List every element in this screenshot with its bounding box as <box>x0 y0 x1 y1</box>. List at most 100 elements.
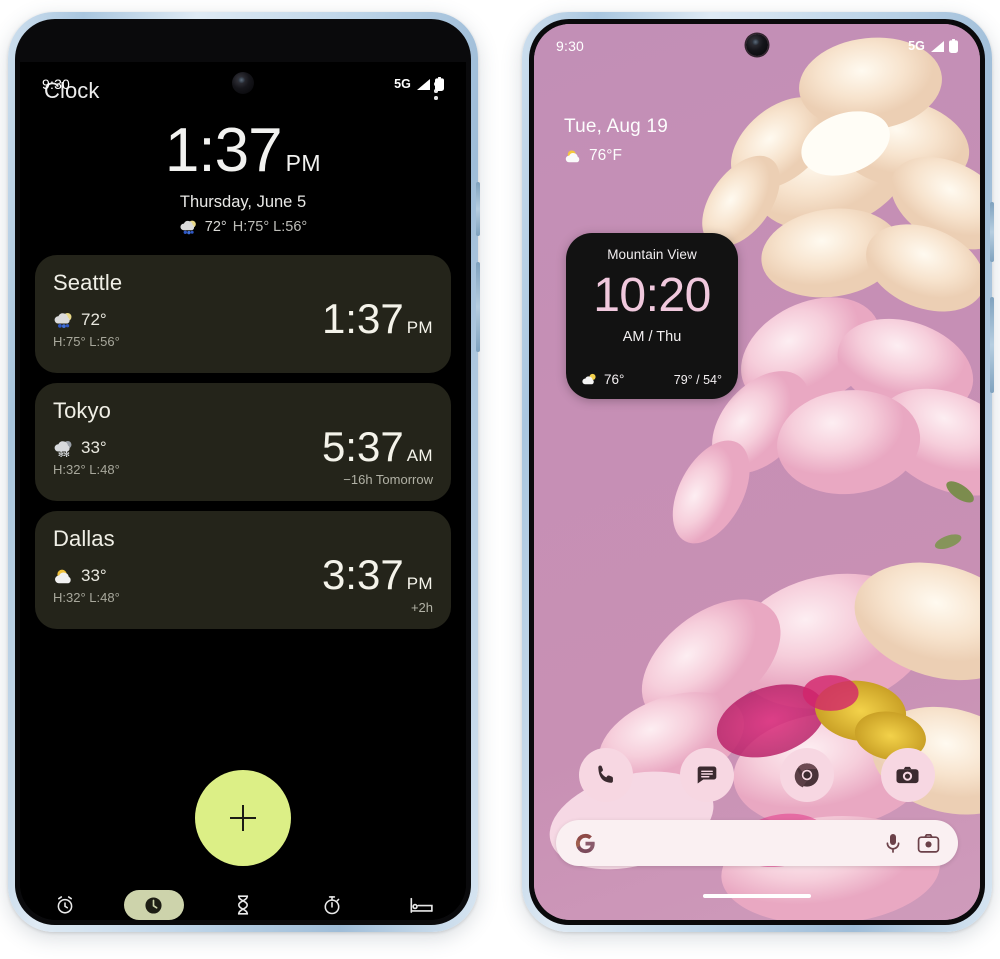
phone-device-home: 9:30 5G Tue, Aug 19 76°F Mountain View 1… <box>522 12 994 932</box>
battery-icon <box>949 39 958 53</box>
primary-clock-date: Thursday, June 5 <box>179 192 307 211</box>
primary-clock-weather: 72° H:75° L:56° <box>20 219 466 235</box>
front-camera-icon <box>232 72 254 94</box>
google-lens-icon <box>917 833 940 853</box>
widget-ampm-day: AM / Thu <box>622 328 682 345</box>
rain-cloud-icon <box>54 312 72 328</box>
city-time-wrap: 3:37 PM <box>321 550 433 598</box>
google-lens-button[interactable] <box>917 833 940 854</box>
clock-icon <box>123 890 184 920</box>
gesture-home-bar[interactable] <box>703 894 811 898</box>
city-time: 5:37 <box>321 422 404 470</box>
phone-device-clock: 9:30 5G Clock 1:37 PM Thursday, June 5 7… <box>8 12 480 932</box>
widget-time: 10:20 <box>593 269 711 322</box>
world-clock-card-tokyo[interactable]: Tokyo ✻ ✻ 33° H:32° L:48° 5:37 AM −16h T… <box>35 382 451 501</box>
phone-screen-clock: 9:30 5G Clock 1:37 PM Thursday, June 5 7… <box>20 24 466 920</box>
nav-item-bedtime[interactable]: Bedtime <box>377 890 466 920</box>
widget-city: Mountain View <box>607 247 697 262</box>
city-ampm: PM <box>406 573 433 593</box>
chrome-icon <box>794 763 819 788</box>
phone-icon <box>598 765 614 783</box>
rain-cloud-icon <box>180 220 196 235</box>
widget-current-weather: 76° <box>582 372 624 387</box>
lockscreen-header: Tue, Aug 19 76°F <box>564 116 668 165</box>
city-offset: −16h Tomorrow <box>343 471 433 487</box>
lockscreen-weather[interactable]: 76°F <box>564 147 668 165</box>
partly-sunny-icon <box>582 373 596 385</box>
add-city-fab[interactable] <box>195 770 291 866</box>
battery-icon <box>435 77 444 91</box>
nav-item-alarm[interactable]: Alarm <box>20 890 109 920</box>
primary-clock-ampm: PM <box>285 149 322 176</box>
hourglass-icon <box>213 890 273 920</box>
city-ampm: AM <box>406 445 433 465</box>
city-offset: +2h <box>410 599 433 615</box>
primary-clock-temp: 72° <box>204 218 227 235</box>
google-g-icon <box>575 833 595 853</box>
lockscreen-temp: 76°F <box>589 147 622 164</box>
snow-cloud-icon: ✻ ✻ <box>54 440 72 457</box>
city-ampm: PM <box>406 317 433 337</box>
city-temp: 33° <box>81 565 107 585</box>
signal-bars-icon <box>417 78 430 90</box>
screenshot-root: 9:30 5G Clock 1:37 PM Thursday, June 5 7… <box>0 0 1000 959</box>
city-temp: 33° <box>81 437 107 457</box>
status-bar-time: 9:30 <box>556 38 585 54</box>
status-bar-indicators: 5G <box>908 39 958 53</box>
signal-bars-icon <box>931 40 944 52</box>
world-clock-card-dallas[interactable]: Dallas 33° H:32° L:48° 3:37 PM +2h <box>35 510 451 629</box>
front-camera-icon <box>746 34 768 56</box>
alarm-clock-icon <box>35 890 95 920</box>
microphone-icon <box>886 834 900 853</box>
city-name: Tokyo <box>53 397 111 423</box>
bottom-navigation: Alarm Clock <box>20 886 466 920</box>
widget-weather-row: 76° 79° / 54° <box>576 372 728 389</box>
nav-item-clock[interactable]: Clock <box>109 890 198 920</box>
phone-bezel: 9:30 5G <box>529 19 985 925</box>
plus-icon <box>230 805 256 831</box>
status-bar-indicators: 5G <box>394 77 444 91</box>
nav-item-stopwatch[interactable]: Stopwatch <box>288 890 377 920</box>
primary-clock-time: 1:37 <box>164 115 283 185</box>
clock-app: 9:30 5G Clock 1:37 PM Thursday, June 5 7… <box>20 62 466 920</box>
power-button[interactable] <box>476 262 480 352</box>
bed-icon <box>391 890 451 920</box>
camera-icon <box>896 766 919 783</box>
partly-sunny-icon <box>55 569 71 584</box>
city-name: Seattle <box>53 269 123 295</box>
widget-temp: 76° <box>604 372 625 387</box>
dock-app-phone[interactable] <box>579 748 634 802</box>
dock-app-camera[interactable] <box>880 748 935 802</box>
widget-high-low: 79° / 54° <box>673 372 722 387</box>
google-search-bar[interactable] <box>556 820 958 866</box>
svg-text:✻: ✻ <box>63 450 69 457</box>
power-button[interactable] <box>990 297 994 393</box>
city-name: Dallas <box>53 525 115 551</box>
city-time-wrap: 1:37 PM <box>321 294 433 342</box>
status-bar-time: 9:30 <box>42 76 71 92</box>
clock-widget[interactable]: Mountain View 10:20 AM / Thu 76° 79° / 5… <box>566 233 738 399</box>
primary-clock-time-wrap: 1:37 PM <box>164 115 322 185</box>
home-screen: 9:30 5G Tue, Aug 19 76°F Mountain View 1… <box>534 24 980 920</box>
messages-icon <box>697 766 717 784</box>
volume-button[interactable] <box>476 182 480 236</box>
phone-bezel: 9:30 5G <box>15 19 471 925</box>
voice-search-button[interactable] <box>883 832 903 854</box>
network-type-label: 5G <box>394 77 411 91</box>
dock-app-messages[interactable] <box>679 748 734 802</box>
lockscreen-date: Tue, Aug 19 <box>564 116 668 137</box>
dock-app-chrome[interactable] <box>780 748 835 802</box>
volume-button[interactable] <box>990 202 994 262</box>
stopwatch-icon <box>302 890 362 920</box>
phone-screen-home: 9:30 5G Tue, Aug 19 76°F Mountain View 1… <box>534 24 980 920</box>
world-clock-card-seattle[interactable]: Seattle 72° H:75° L:56° 1:37 PM <box>35 254 451 373</box>
city-time: 3:37 <box>321 550 404 598</box>
city-time-wrap: 5:37 AM <box>321 422 433 470</box>
network-type-label: 5G <box>908 39 925 53</box>
app-dock <box>534 748 980 802</box>
primary-clock-high-low: H:75° L:56° <box>232 218 308 235</box>
search-input[interactable] <box>597 834 869 852</box>
primary-clock[interactable]: 1:37 PM Thursday, June 5 72° H:75° L:56° <box>20 115 466 235</box>
city-time: 1:37 <box>321 294 404 342</box>
nav-item-timer[interactable]: Timer <box>198 890 287 920</box>
